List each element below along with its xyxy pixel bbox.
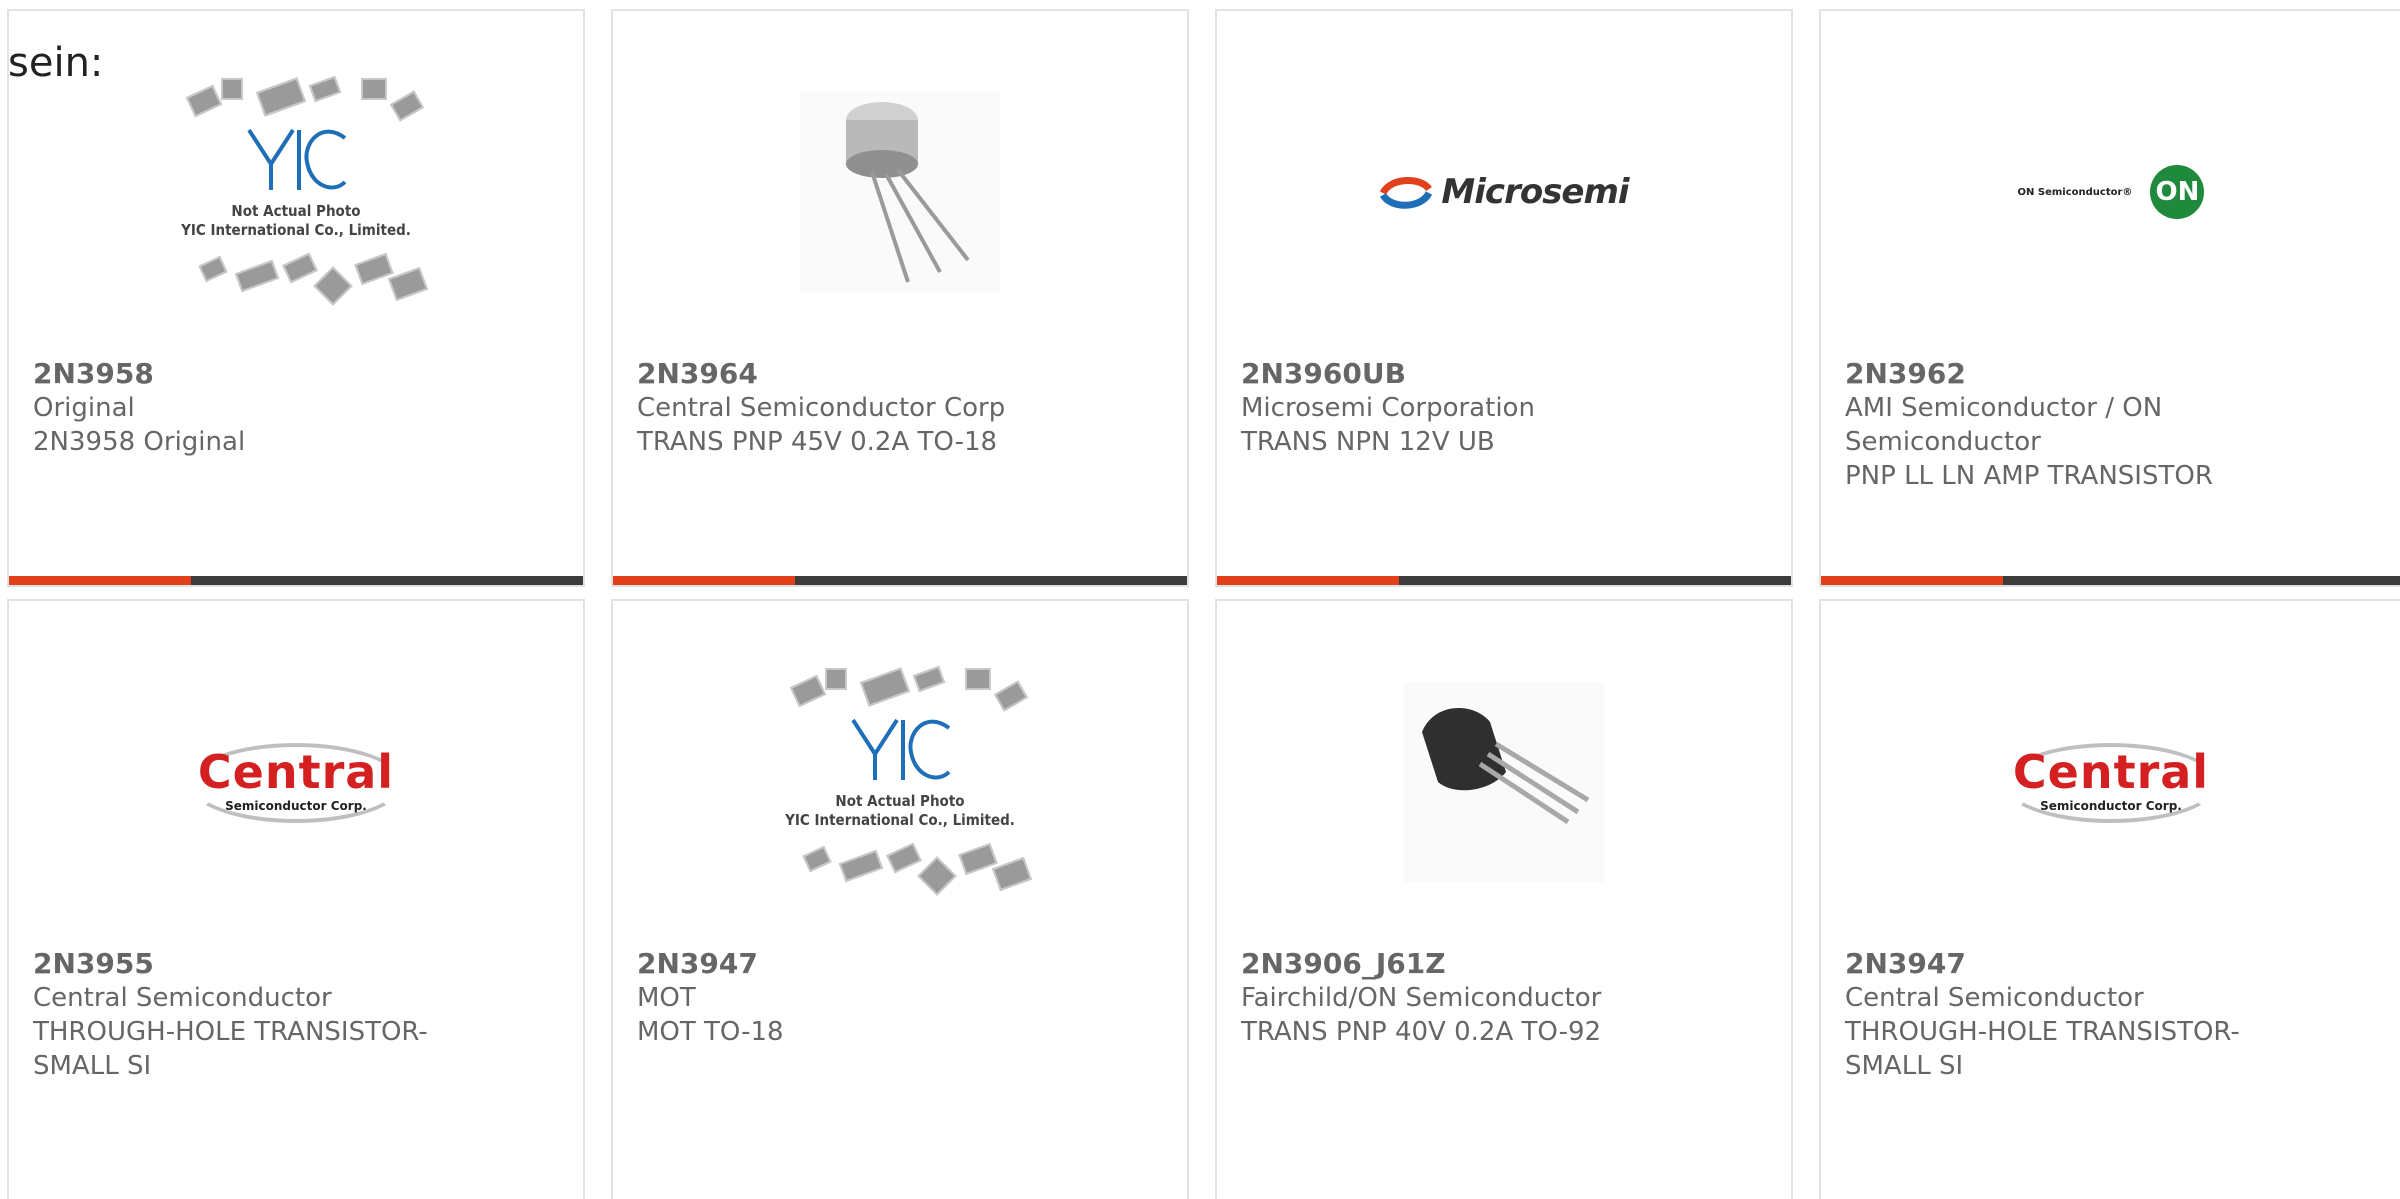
card-progress-bar: [1217, 576, 1791, 585]
part-number[interactable]: 2N3947: [1845, 947, 2261, 981]
part-number[interactable]: 2N3962: [1845, 357, 2261, 391]
yic-logo: [765, 714, 1035, 790]
product-card[interactable]: 2N3906_J61Z Fairchild/ON Semiconductor T…: [1215, 599, 1793, 1199]
manufacturer: AMI Semiconductor / ON: [1845, 393, 2163, 423]
manufacturer: Fairchild/ON Semiconductor: [1241, 983, 1602, 1013]
product-card[interactable]: 2N3964 Central Semiconductor Corp TRANS …: [611, 9, 1189, 587]
central-logo: Central Semiconductor Corp.: [186, 737, 406, 827]
yic-placeholder-image: Not Actual Photo YIC International Co., …: [765, 662, 1035, 902]
part-number[interactable]: 2N3958: [33, 357, 443, 391]
product-image[interactable]: Microsemi: [1217, 67, 1791, 317]
description: THROUGH-HOLE TRANSISTOR-: [1845, 1017, 2240, 1047]
product-image[interactable]: ON Semiconductor® ON: [1821, 67, 2400, 317]
to92-transistor-photo: [1404, 682, 1604, 882]
yic-placeholder-image: Not Actual Photo YIC International Co., …: [161, 72, 431, 312]
description: TRANS NPN 12V UB: [1241, 427, 1495, 457]
manufacturer: Central Semiconductor: [1845, 983, 2144, 1013]
product-image[interactable]: [613, 67, 1187, 317]
product-card[interactable]: Central Semiconductor Corp. 2N3947 Centr…: [1819, 599, 2400, 1199]
product-image[interactable]: Central Semiconductor Corp.: [9, 657, 583, 907]
description-cont: SMALL SI: [1845, 1051, 1964, 1081]
manufacturer: MOT: [637, 983, 696, 1013]
yic-logo: [161, 124, 431, 200]
description: 2N3958 Original: [33, 427, 246, 457]
part-number[interactable]: 2N3947: [637, 947, 1047, 981]
description: THROUGH-HOLE TRANSISTOR-: [33, 1017, 428, 1047]
product-card[interactable]: ON Semiconductor® ON 2N3962 AMI Semicond…: [1819, 9, 2400, 587]
card-progress-bar: [613, 576, 1187, 585]
manufacturer: Central Semiconductor: [33, 983, 332, 1013]
microsemi-logo: Microsemi: [1379, 172, 1630, 212]
product-card[interactable]: Central Semiconductor Corp. 2N3955 Centr…: [7, 599, 585, 1199]
part-number[interactable]: 2N3955: [33, 947, 443, 981]
card-progress-bar: [1821, 576, 2400, 585]
manufacturer-cont: Semiconductor: [1845, 427, 2041, 457]
manufacturer: Microsemi Corporation: [1241, 393, 1535, 423]
on-semiconductor-logo: ON Semiconductor® ON: [2018, 165, 2205, 219]
description: MOT TO-18: [637, 1017, 784, 1047]
product-image[interactable]: Not Actual Photo YIC International Co., …: [9, 67, 583, 317]
product-image[interactable]: Not Actual Photo YIC International Co., …: [613, 657, 1187, 907]
product-card[interactable]: Microsemi 2N3960UB Microsemi Corporation…: [1215, 9, 1793, 587]
part-number[interactable]: 2N3906_J61Z: [1241, 947, 1651, 981]
page-prefix-text: sein:: [8, 40, 104, 86]
description: PNP LL LN AMP TRANSISTOR: [1845, 461, 2213, 491]
product-image[interactable]: Central Semiconductor Corp.: [1821, 657, 2400, 907]
manufacturer: Central Semiconductor Corp: [637, 393, 1006, 423]
product-card[interactable]: Not Actual Photo YIC International Co., …: [7, 9, 585, 587]
manufacturer: Original: [33, 393, 135, 423]
product-card[interactable]: Not Actual Photo YIC International Co., …: [611, 599, 1189, 1199]
product-image[interactable]: [1217, 657, 1791, 907]
central-logo: Central Semiconductor Corp.: [2001, 737, 2221, 827]
part-number[interactable]: 2N3964: [637, 357, 1047, 391]
description-cont: SMALL SI: [33, 1051, 152, 1081]
description: TRANS PNP 40V 0.2A TO-92: [1241, 1017, 1602, 1047]
part-number[interactable]: 2N3960UB: [1241, 357, 1651, 391]
to18-transistor-photo: [800, 92, 1000, 292]
description: TRANS PNP 45V 0.2A TO-18: [637, 427, 998, 457]
card-progress-bar: [9, 576, 583, 585]
